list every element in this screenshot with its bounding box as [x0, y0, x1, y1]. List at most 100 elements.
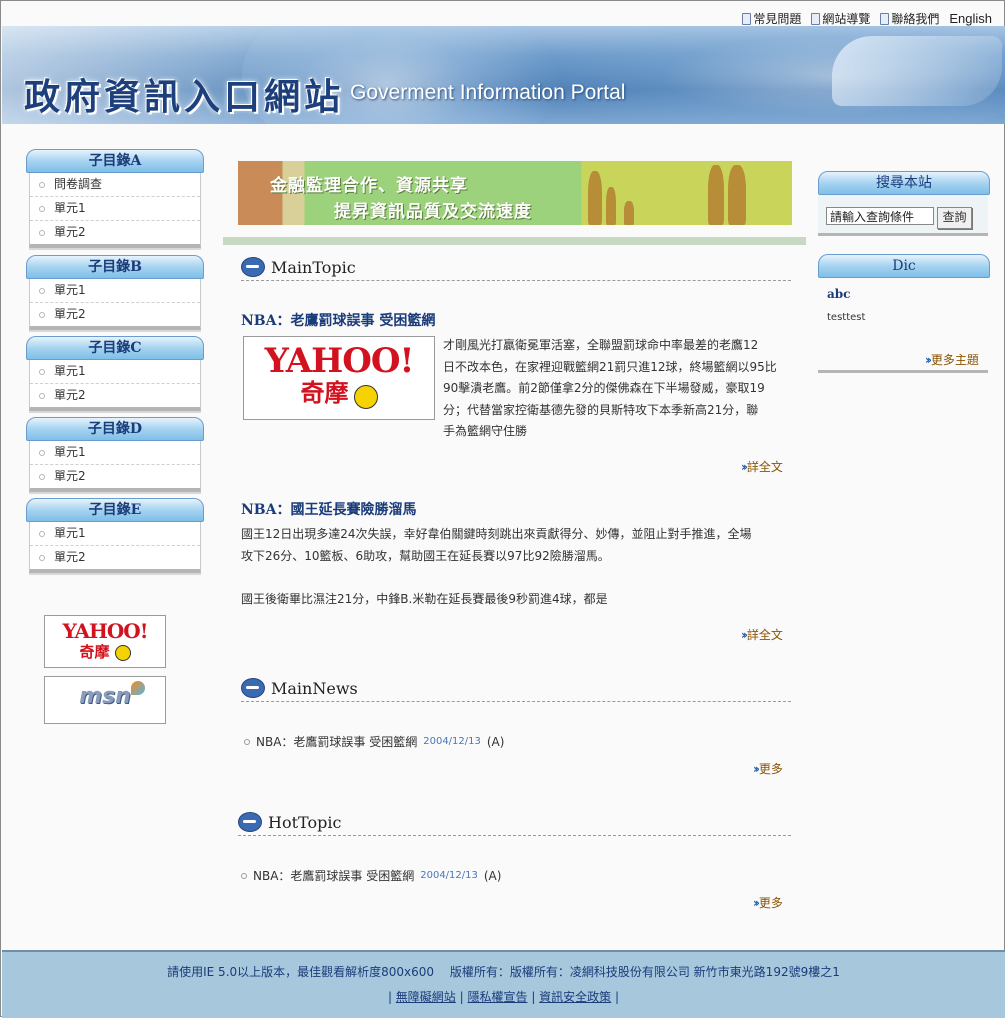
- menu-item[interactable]: 單元2: [30, 464, 200, 488]
- header-banner: 政府資訊入口網站 Goverment Information Portal: [2, 26, 1005, 124]
- menu-item-label: 單元2: [54, 307, 86, 321]
- divider: [238, 835, 791, 836]
- bullet-icon: [39, 182, 45, 188]
- menu-item-label: 單元2: [54, 225, 86, 239]
- hottopic-heading-label: HotTopic: [268, 812, 342, 832]
- yahoo-logo-link[interactable]: YAHOO! 奇摩: [44, 615, 166, 668]
- smiley-icon: [353, 384, 378, 409]
- menu-item[interactable]: 單元2: [30, 545, 200, 569]
- menu-item-label: 問卷調查: [54, 177, 103, 191]
- mainnews-more-link[interactable]: ›› 更多: [753, 760, 783, 777]
- msn-logo-text: msn: [79, 684, 131, 709]
- hottopic-more-link[interactable]: ›› 更多: [753, 894, 783, 911]
- yahoo-logo-sub: 奇摩: [45, 641, 165, 662]
- e-icon: [241, 257, 265, 277]
- menu-item-label: 單元1: [54, 364, 86, 378]
- bullet-icon: [39, 393, 45, 399]
- news-title-link[interactable]: NBA：老鷹罰球誤事 受困籃網: [256, 733, 417, 750]
- more-label: 更多主題: [930, 353, 979, 367]
- mainnews-heading: MainNews: [241, 678, 358, 698]
- article-title-1[interactable]: NBA：老鷹罰球誤事 受困籃網: [241, 310, 435, 330]
- read-more-link-2[interactable]: ›› 詳全文: [741, 626, 783, 643]
- news-tag: (A): [486, 734, 505, 749]
- left-menu-c: 子目錄C 單元1 單元2: [26, 336, 204, 411]
- article-line: 90擊潰老鷹。前2節僅拿2分的傑佛森在下半場發威，豪取19: [443, 381, 765, 395]
- menu-item-label: 單元2: [54, 388, 86, 402]
- menu-item[interactable]: 單元1: [30, 196, 200, 220]
- menu-item[interactable]: 單元2: [30, 383, 200, 407]
- msn-logo-link[interactable]: msn: [44, 676, 166, 724]
- article-image-1[interactable]: YAHOO! 奇摩: [243, 336, 435, 420]
- faq-link[interactable]: 常見問題: [742, 10, 801, 27]
- menu-item[interactable]: 單元1: [30, 441, 200, 464]
- more-label: 更多: [758, 762, 783, 776]
- double-arrow-icon: ››: [925, 352, 932, 367]
- menu-item-label: 單元1: [54, 526, 86, 540]
- article-line: 分；代替當家控衛基德先發的貝斯特攻下本季新高21分，聯: [443, 402, 759, 417]
- menu-item-label: 單元1: [54, 201, 86, 215]
- promo-banner[interactable]: 金融監理合作、資源共享 提昇資訊品質及交流速度: [238, 161, 792, 225]
- read-more-label: 詳全文: [746, 460, 783, 474]
- dic-description: testtest: [827, 312, 866, 323]
- bullet-icon: [39, 369, 45, 375]
- security-policy-link[interactable]: 資訊安全政策: [539, 990, 611, 1004]
- article-title-2[interactable]: NBA：國王延長賽險勝溜馬: [241, 499, 417, 519]
- search-input[interactable]: [826, 207, 934, 225]
- dic-more-link[interactable]: ›› 更多主題: [925, 351, 979, 368]
- article-line: 手為籃網守住勝: [443, 424, 528, 438]
- site-title: 政府資訊入口網站: [24, 76, 345, 118]
- mainnews-heading-label: MainNews: [271, 678, 358, 698]
- menu-item[interactable]: 問卷調查: [30, 173, 200, 196]
- read-more-link-1[interactable]: ›› 詳全文: [741, 458, 783, 475]
- e-icon: [241, 678, 265, 698]
- article-line: 國王12日出現多達24次失誤，幸好韋伯關鍵時刻跳出來貢獻得分、妙傳，並阻止對手推…: [241, 527, 752, 541]
- news-title-link[interactable]: NBA：老鷹罰球誤事 受困籃網: [253, 867, 414, 884]
- menu-header[interactable]: 子目錄E: [26, 498, 204, 522]
- menu-item-label: 單元2: [54, 550, 86, 564]
- sitemap-link[interactable]: 網站導覽: [811, 10, 870, 27]
- accessibility-link[interactable]: 無障礙網站: [396, 990, 456, 1004]
- contact-link[interactable]: 聯絡我們: [880, 10, 939, 27]
- search-box-header: 搜尋本站: [818, 171, 990, 195]
- menu-item[interactable]: 單元1: [30, 522, 200, 545]
- top-links: 常見問題 網站導覽 聯絡我們 English: [742, 10, 992, 27]
- english-link[interactable]: English: [949, 11, 992, 26]
- left-menu-b: 子目錄B 單元1 單元2: [26, 255, 204, 330]
- menu-body: 問卷調查 單元1 單元2: [29, 173, 201, 248]
- menu-item[interactable]: 單元2: [30, 220, 200, 244]
- silhouette-figure: [606, 187, 616, 225]
- list-item: NBA：老鷹罰球誤事 受困籃網 2004/12/13 (A): [241, 867, 501, 884]
- search-button[interactable]: 查詢: [937, 207, 972, 229]
- contact-label: 聯絡我們: [891, 12, 940, 26]
- contact-icon: [880, 12, 890, 25]
- left-menu-a: 子目錄A 問卷調查 單元1 單元2: [26, 149, 204, 248]
- bullet-icon: [39, 206, 45, 212]
- menu-item-label: 單元1: [54, 445, 86, 459]
- menu-body: 單元1 單元2: [29, 441, 201, 492]
- menu-header[interactable]: 子目錄A: [26, 149, 204, 173]
- faq-label: 常見問題: [753, 12, 802, 26]
- double-arrow-icon: ››: [741, 459, 748, 474]
- privacy-link[interactable]: 隱私權宣告: [467, 990, 527, 1004]
- dic-term-link[interactable]: abc: [827, 287, 850, 301]
- menu-header[interactable]: 子目錄C: [26, 336, 204, 360]
- read-more-label: 詳全文: [746, 628, 783, 642]
- double-arrow-icon: ››: [753, 895, 760, 910]
- menu-header[interactable]: 子目錄B: [26, 255, 204, 279]
- menu-item[interactable]: 單元1: [30, 360, 200, 383]
- promo-line-1: 金融監理合作、資源共享: [270, 176, 468, 196]
- section-divider: [223, 237, 806, 245]
- footer-copyright: 請使用IE 5.0以上版本，最佳觀看解析度800x600 版權所有：版權所有：凌…: [167, 965, 840, 979]
- hottopic-heading: HotTopic: [238, 812, 341, 832]
- faq-icon: [742, 12, 752, 25]
- article-body-2: 國王12日出現多達24次失誤，幸好韋伯關鍵時刻跳出來貢獻得分、妙傳，並阻止對手推…: [241, 524, 801, 610]
- left-menu-d: 子目錄D 單元1 單元2: [26, 417, 204, 492]
- bullet-icon: [39, 312, 45, 318]
- bullet-icon: [39, 288, 45, 294]
- list-item: NBA：老鷹罰球誤事 受困籃網 2004/12/13 (A): [244, 733, 504, 750]
- left-menu-e: 子目錄E 單元1 單元2: [26, 498, 204, 573]
- menu-item[interactable]: 單元2: [30, 302, 200, 326]
- menu-header[interactable]: 子目錄D: [26, 417, 204, 441]
- double-arrow-icon: ››: [741, 627, 748, 642]
- menu-item[interactable]: 單元1: [30, 279, 200, 302]
